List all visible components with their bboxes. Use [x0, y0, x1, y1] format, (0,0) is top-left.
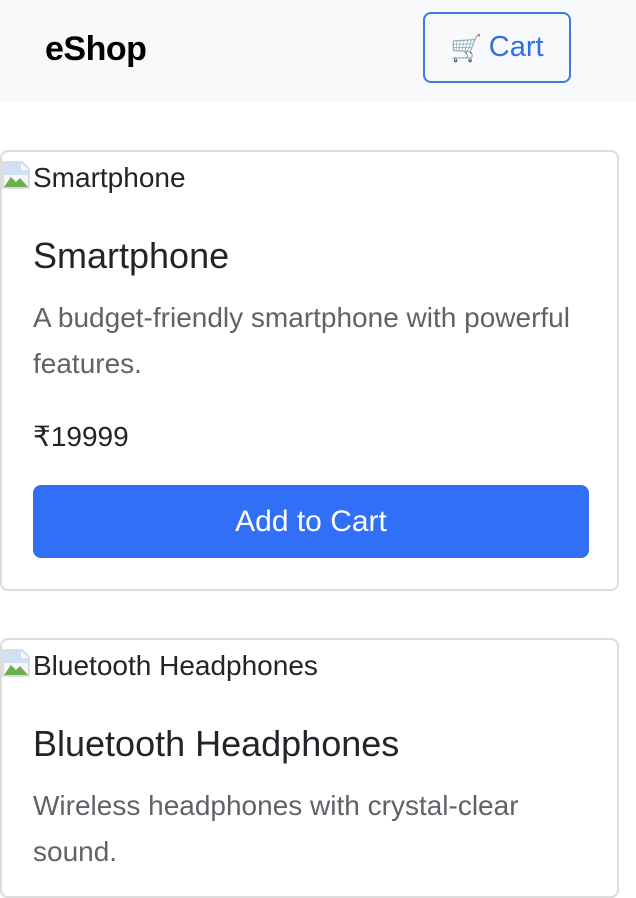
shopping-cart-icon: 🛒: [450, 32, 483, 63]
cart-button[interactable]: 🛒 Cart: [423, 12, 571, 83]
product-image: Bluetooth Headphones: [2, 646, 318, 686]
navbar: eShop 🛒 Cart: [0, 0, 636, 102]
product-card: Bluetooth Headphones Bluetooth Headphone…: [0, 638, 619, 898]
brand-logo[interactable]: eShop: [45, 29, 147, 69]
broken-image-icon: [2, 161, 30, 189]
product-title: Bluetooth Headphones: [33, 723, 400, 764]
cart-button-label: Cart: [488, 31, 544, 63]
product-description: Wireless headphones with crystal-clear s…: [33, 790, 519, 867]
product-image: Smartphone: [2, 158, 186, 198]
product-card: Smartphone Smartphone A budget-friendly …: [0, 150, 619, 591]
broken-image-icon: [2, 649, 30, 677]
product-price: ₹19999: [33, 421, 129, 452]
add-to-cart-button[interactable]: Add to Cart: [33, 485, 589, 558]
product-description: A budget-friendly smartphone with powerf…: [33, 302, 570, 379]
product-title: Smartphone: [33, 235, 230, 276]
product-image-alt: Bluetooth Headphones: [33, 650, 318, 681]
product-image-alt: Smartphone: [33, 162, 186, 193]
